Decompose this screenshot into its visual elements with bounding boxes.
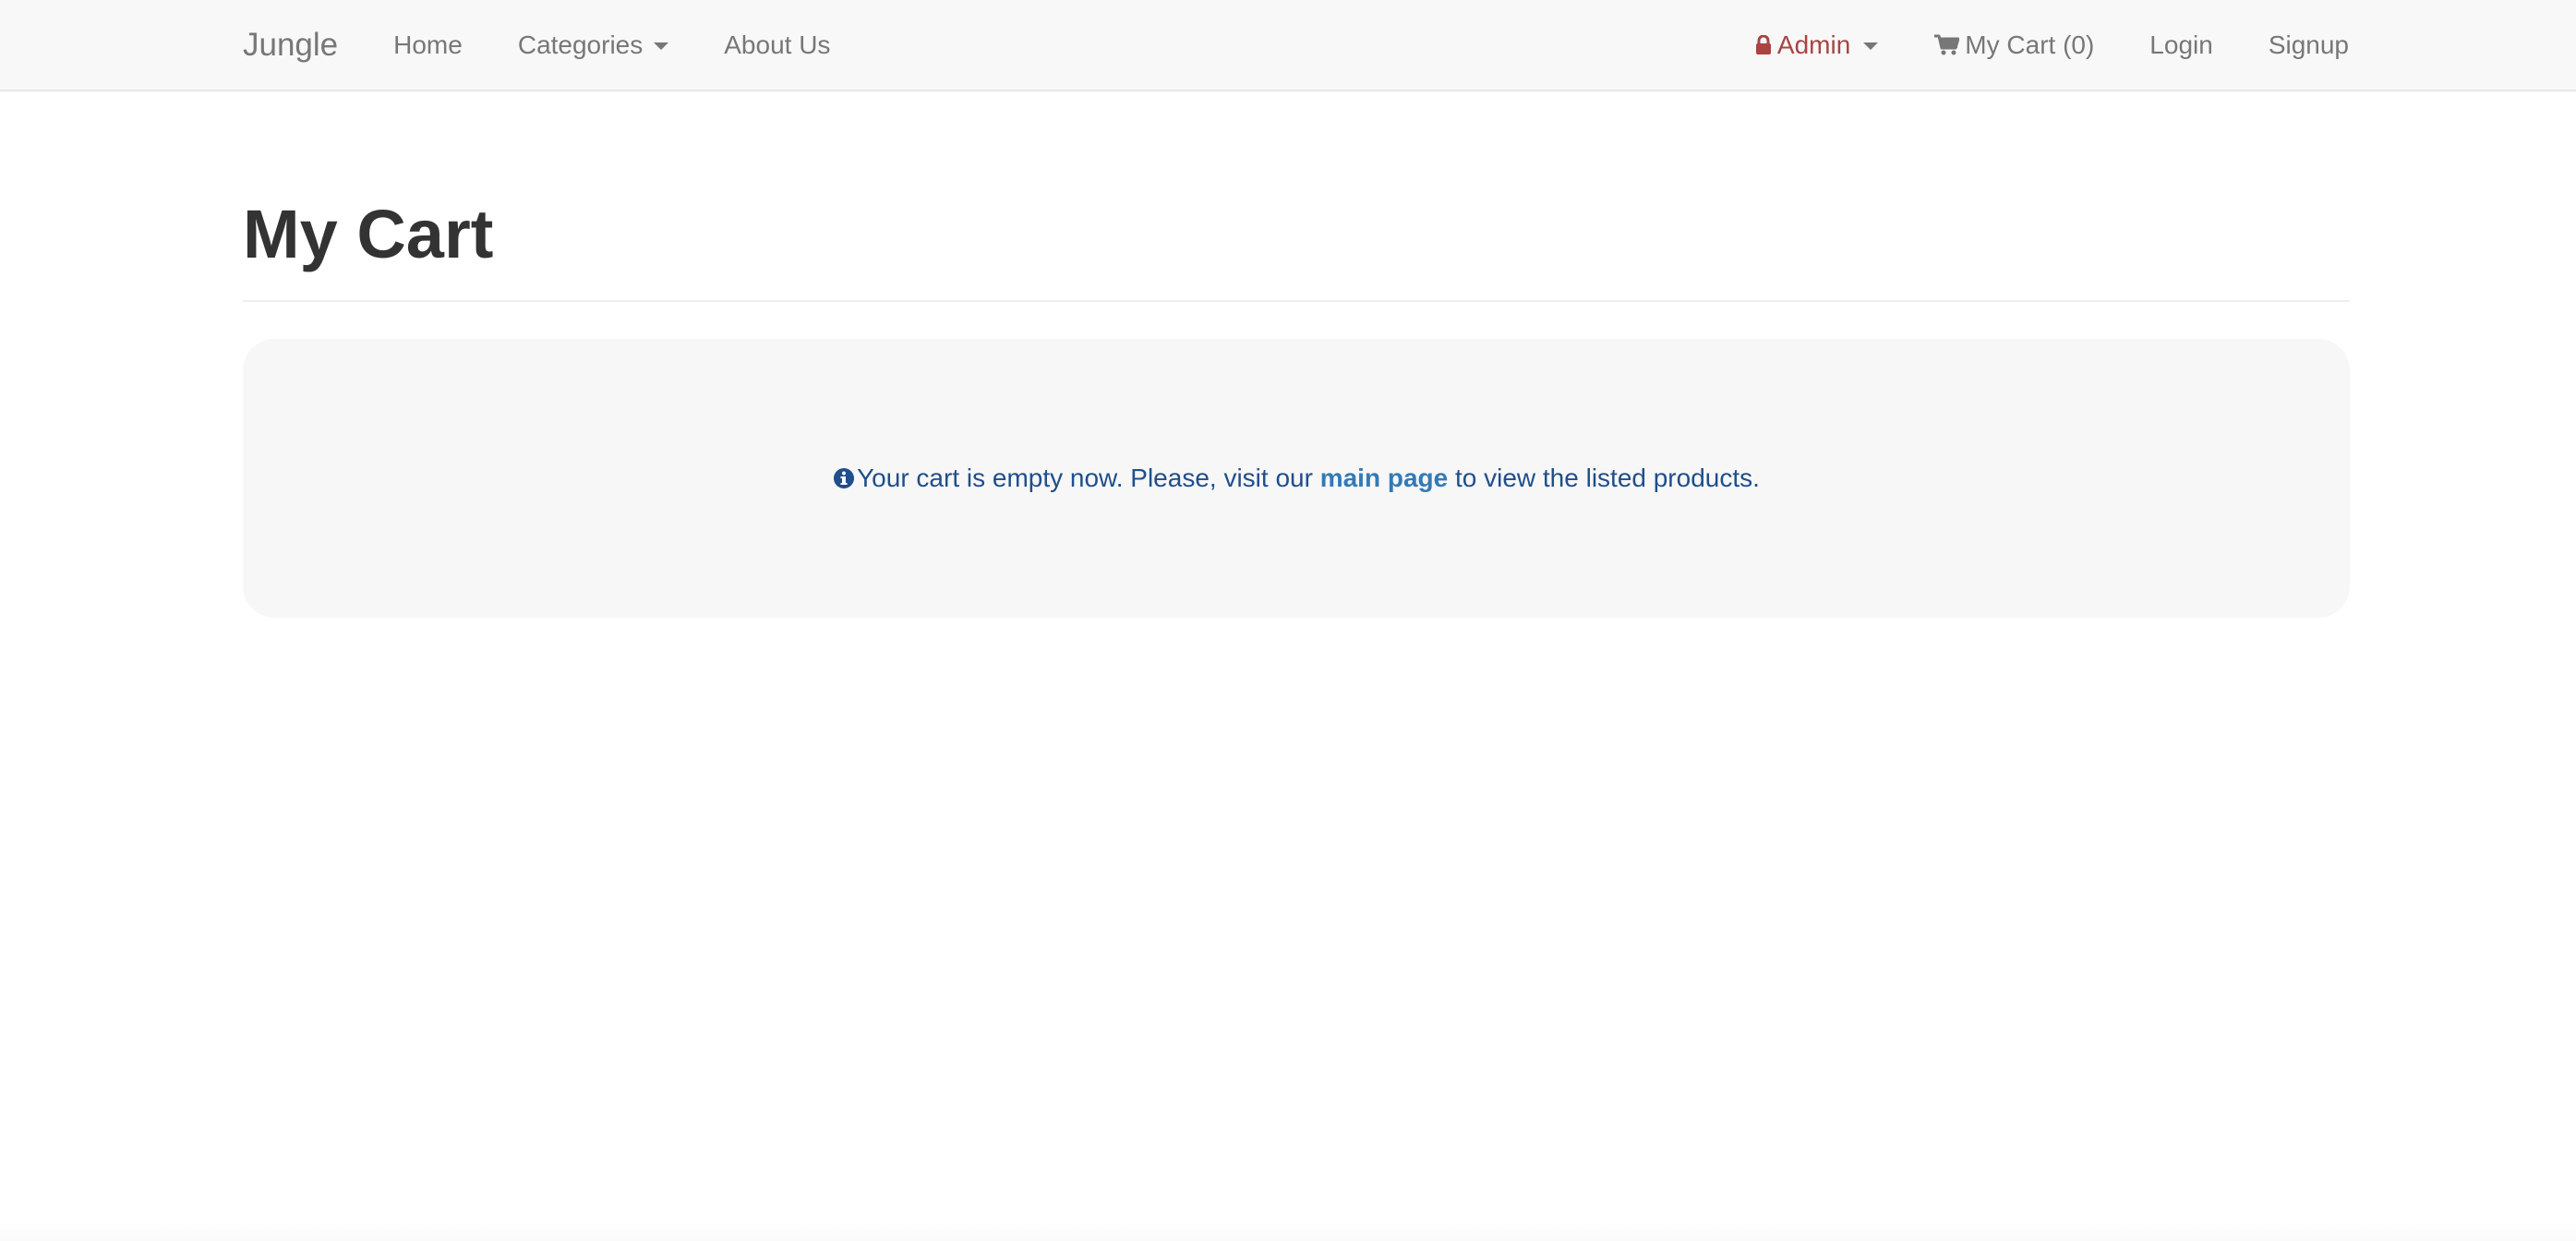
lock-icon (1755, 34, 1772, 55)
empty-message-before: Your cart is empty now. Please, visit ou… (857, 464, 1320, 492)
login-link[interactable]: Login (2149, 30, 2213, 60)
navbar-inner: Jungle Home Categories About Us Admin My… (243, 0, 2349, 90)
bottom-shadow (0, 1223, 2576, 1241)
caret-down-icon (654, 42, 669, 50)
main-container: My Cart Your cart is empty now. Please, … (243, 91, 2350, 618)
nav-categories-label: Categories (517, 30, 644, 59)
brand-link[interactable]: Jungle (243, 27, 338, 64)
page-title: My Cart (243, 196, 494, 272)
info-circle-icon (833, 467, 855, 489)
nav-home-label: Home (393, 30, 463, 59)
empty-message-after: to view the listed products. (1448, 464, 1760, 492)
admin-label: Admin (1776, 30, 1851, 59)
empty-cart-message: Your cart is empty now. Please, visit ou… (833, 464, 1760, 493)
admin-dropdown[interactable]: Admin (1755, 30, 1879, 60)
empty-cart-panel: Your cart is empty now. Please, visit ou… (243, 339, 2350, 618)
caret-down-icon (1863, 42, 1879, 50)
signup-link[interactable]: Signup (2269, 30, 2349, 60)
nav-home-link[interactable]: Home (393, 30, 463, 60)
nav-categories-dropdown[interactable]: Categories (517, 30, 669, 60)
nav-about-link[interactable]: About Us (724, 30, 830, 60)
shopping-cart-icon (1933, 34, 1960, 56)
navbar-left: Jungle Home Categories About Us (243, 0, 885, 90)
my-cart-label: My Cart (0) (1965, 30, 2095, 59)
navbar: Jungle Home Categories About Us Admin My… (0, 0, 2576, 91)
login-label: Login (2149, 30, 2213, 59)
main-page-link[interactable]: main page (1320, 464, 1448, 493)
signup-label: Signup (2268, 30, 2349, 59)
my-cart-link[interactable]: My Cart (0) (1933, 30, 2094, 60)
nav-about-label: About Us (724, 30, 831, 59)
navbar-right: Admin My Cart (0) Login Signup (1755, 0, 2349, 90)
page-header: My Cart (243, 200, 2350, 302)
